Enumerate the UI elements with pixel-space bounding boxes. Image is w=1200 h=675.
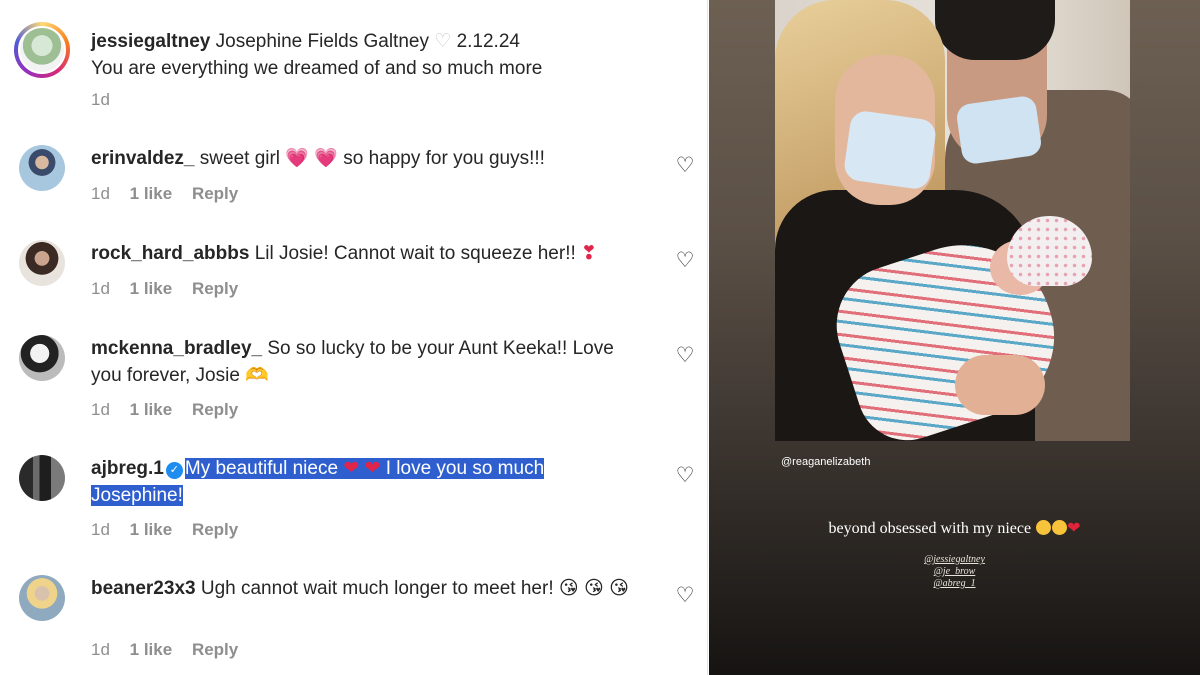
comment-body: Lil Josie! Cannot wait to squeeze her!! — [254, 243, 576, 264]
story-panel: @reaganelizabeth beyond obsessed with my… — [709, 0, 1200, 675]
avatar[interactable] — [19, 240, 65, 286]
username[interactable]: beaner23x3 — [91, 578, 196, 599]
username[interactable]: rock_hard_abbbs — [91, 243, 249, 264]
story-tag[interactable]: @je_brow — [709, 566, 1200, 578]
comment-time: 1d — [91, 640, 110, 659]
crying-emoji — [1036, 520, 1052, 535]
comment-text: erinvaldez_ sweet girl 💗 💗 so happy for … — [91, 145, 651, 172]
avatar[interactable] — [19, 335, 65, 381]
heart-hands-emoji: 🫶 — [245, 365, 269, 386]
story-mention[interactable]: @reaganelizabeth — [781, 456, 870, 468]
comment-time: 1d — [91, 184, 110, 203]
username[interactable]: mckenna_bradley_ — [91, 338, 262, 359]
reply-button[interactable]: Reply — [192, 640, 238, 659]
pink-heart-emoji: 💗 — [285, 148, 309, 169]
reply-button[interactable]: Reply — [192, 520, 238, 539]
avatar[interactable] — [19, 145, 65, 191]
like-heart-icon[interactable]: ♡ — [674, 250, 696, 272]
story-tags: @jessiegaltney @je_brow @abreg_1 — [709, 554, 1200, 590]
comment-text: beaner23x3 Ugh cannot wait much longer t… — [91, 575, 651, 602]
like-count[interactable]: 1 like — [130, 520, 173, 539]
reply-button[interactable]: Reply — [192, 184, 238, 203]
avatar[interactable] — [19, 575, 65, 621]
pink-heart-emoji: 💗 — [314, 148, 338, 169]
avatar[interactable] — [19, 455, 65, 501]
pleading-emoji — [1052, 520, 1068, 535]
username[interactable]: ajbreg.1 — [91, 458, 164, 479]
comment-meta: 1d 1 like Reply — [91, 400, 253, 420]
heart-outline-icon: ♡ — [434, 31, 452, 52]
red-heart-emoji: ❤ — [343, 458, 360, 479]
kiss-emoji: 😘 — [558, 578, 579, 599]
heart-exclamation-emoji: ❣ — [581, 243, 597, 264]
comment-meta: 1d — [91, 90, 125, 110]
username[interactable]: erinvaldez_ — [91, 148, 195, 169]
like-heart-icon[interactable]: ♡ — [674, 345, 696, 367]
comment-meta: 1d 1 like Reply — [91, 520, 253, 540]
story-photo — [775, 0, 1130, 441]
comment-body: sweet girl — [199, 148, 281, 169]
story-tag[interactable]: @abreg_1 — [709, 578, 1200, 590]
kiss-emoji: 😘 — [583, 578, 604, 599]
like-heart-icon[interactable]: ♡ — [674, 465, 696, 487]
comment-text: mckenna_bradley_ So so lucky to be your … — [91, 335, 636, 389]
like-heart-icon[interactable]: ♡ — [674, 585, 696, 607]
like-count[interactable]: 1 like — [130, 640, 173, 659]
comment-body: Ugh cannot wait much longer to meet her! — [200, 578, 554, 599]
like-count[interactable]: 1 like — [130, 279, 173, 298]
comment-time: 1d — [91, 520, 110, 539]
kiss-emoji: 😘 — [609, 578, 629, 599]
story-tag[interactable]: @jessiegaltney — [709, 554, 1200, 566]
comment-text: ajbreg.1 ✓ My beautiful niece ❤ ❤ I love y… — [91, 455, 611, 509]
comments-panel: jessiegaltney Josephine Fields Galtney ♡… — [0, 0, 708, 675]
comment-time: 1d — [91, 90, 110, 109]
comment-time: 1d — [91, 400, 110, 419]
verified-badge-icon: ✓ — [165, 462, 183, 479]
avatar[interactable] — [14, 22, 70, 78]
comment-meta: 1d 1 like Reply — [91, 279, 253, 299]
username[interactable]: jessiegaltney — [91, 31, 210, 52]
comment-meta: 1d 1 like Reply — [91, 640, 253, 660]
caption-text: beyond obsessed with my niece — [828, 520, 1032, 537]
comment-date: 2.12.24 — [456, 31, 520, 52]
comment-body: so happy for you guys!!! — [343, 148, 545, 169]
red-heart-emoji: ❤ — [364, 458, 381, 479]
like-count[interactable]: 1 like — [130, 400, 173, 419]
comment-body: My beautiful niece — [184, 458, 339, 479]
story-caption: beyond obsessed with my niece ❤ — [709, 518, 1200, 538]
like-count[interactable]: 1 like — [130, 184, 173, 203]
comment-body: Josephine Fields Galtney — [215, 31, 429, 52]
comment-text: rock_hard_abbbs Lil Josie! Cannot wait t… — [91, 240, 651, 267]
comment-text: jessiegaltney Josephine Fields Galtney ♡… — [91, 28, 691, 82]
comment-body-line2: You are everything we dreamed of and so … — [91, 58, 543, 79]
reply-button[interactable]: Reply — [192, 400, 238, 419]
reply-button[interactable]: Reply — [192, 279, 238, 298]
comment-time: 1d — [91, 279, 110, 298]
comment-meta: 1d 1 like Reply — [91, 184, 253, 204]
red-heart-emoji: ❤ — [1067, 520, 1081, 537]
like-heart-icon[interactable]: ♡ — [674, 155, 696, 177]
